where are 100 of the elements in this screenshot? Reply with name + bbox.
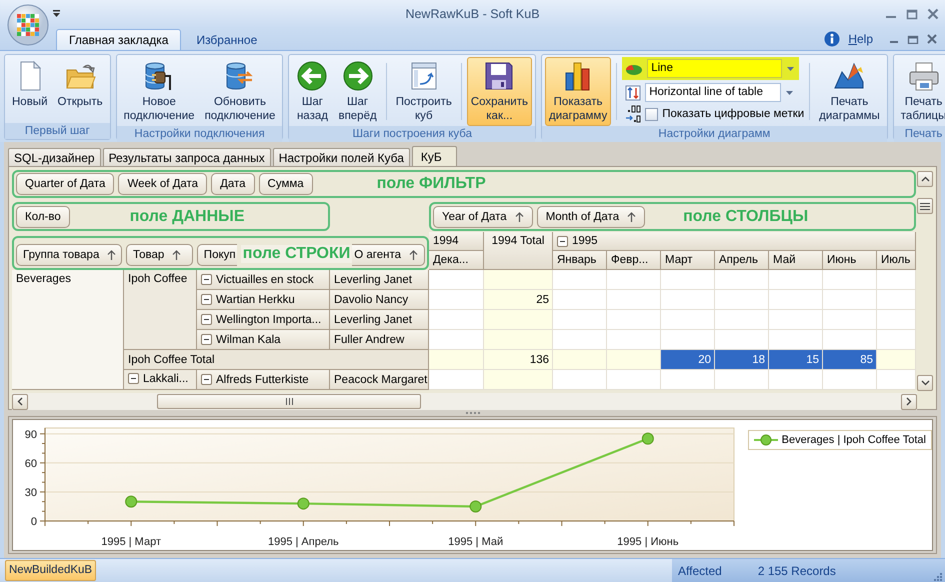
data-cell[interactable] bbox=[553, 330, 607, 350]
data-cell[interactable] bbox=[823, 310, 877, 330]
data-cell[interactable] bbox=[769, 270, 823, 290]
data-cell[interactable] bbox=[877, 330, 916, 350]
data-cell[interactable] bbox=[607, 350, 661, 370]
data-cell[interactable] bbox=[823, 270, 877, 290]
data-cell[interactable] bbox=[607, 270, 661, 290]
ribbon-button[interactable]: Печать диаграммы bbox=[815, 57, 884, 126]
ribbon-button[interactable]: Сохранить как... bbox=[466, 57, 532, 126]
data-cell[interactable] bbox=[553, 370, 607, 390]
data-cell[interactable] bbox=[769, 330, 823, 350]
field-button[interactable]: Week of Дата bbox=[118, 173, 208, 195]
scroll-down-button[interactable] bbox=[917, 375, 933, 391]
ribbon-button[interactable]: Показать диаграмму bbox=[545, 57, 612, 126]
ribbon-button[interactable]: Построить куб bbox=[392, 57, 456, 126]
checkbox[interactable] bbox=[645, 108, 658, 120]
dropdown-arrow-icon[interactable] bbox=[785, 90, 794, 96]
data-cell[interactable] bbox=[661, 370, 715, 390]
data-cell[interactable] bbox=[877, 270, 916, 290]
ribbon-button[interactable]: Шаг назад bbox=[292, 57, 332, 126]
data-cell[interactable] bbox=[877, 310, 916, 330]
field-button[interactable]: Сумма bbox=[258, 173, 313, 195]
data-cell[interactable] bbox=[823, 290, 877, 310]
field-button[interactable]: Quarter of Дата bbox=[16, 173, 114, 195]
field-button[interactable]: Month of Дата bbox=[536, 206, 646, 228]
dropdown-field[interactable]: Line bbox=[647, 59, 782, 78]
document-tab[interactable]: КуБ bbox=[412, 146, 457, 166]
data-cell[interactable] bbox=[715, 310, 769, 330]
data-cell[interactable]: 85 bbox=[823, 350, 877, 370]
ribbon-button[interactable]: Открыть bbox=[54, 57, 107, 123]
data-cell[interactable] bbox=[877, 370, 916, 390]
help-icon[interactable] bbox=[824, 31, 840, 47]
resize-grip-icon[interactable] bbox=[932, 570, 942, 580]
data-cell[interactable] bbox=[661, 310, 715, 330]
data-cell[interactable] bbox=[715, 270, 769, 290]
data-cell[interactable] bbox=[553, 290, 607, 310]
restore-icon[interactable] bbox=[907, 34, 919, 44]
data-cell[interactable] bbox=[661, 270, 715, 290]
ribbon-button[interactable]: Новое подключение bbox=[120, 57, 199, 126]
ribbon-button[interactable]: Шаг вперёд bbox=[334, 57, 381, 126]
data-cell[interactable] bbox=[715, 330, 769, 350]
help-link[interactable]: Help bbox=[848, 32, 873, 46]
collapse-icon[interactable] bbox=[201, 274, 212, 285]
data-cell[interactable] bbox=[823, 330, 877, 350]
ribbon-button[interactable]: Новый bbox=[8, 57, 52, 123]
field-button[interactable]: Дата bbox=[211, 173, 255, 195]
scroll-up-button[interactable] bbox=[917, 171, 933, 187]
data-cell[interactable] bbox=[769, 310, 823, 330]
data-cell[interactable] bbox=[429, 310, 484, 330]
data-cell[interactable]: 25 bbox=[484, 290, 553, 310]
data-cell[interactable]: 18 bbox=[715, 350, 769, 370]
scroll-left-button[interactable] bbox=[12, 394, 28, 410]
field-button[interactable]: Товар bbox=[126, 244, 193, 266]
data-cell[interactable] bbox=[429, 370, 484, 390]
field-list-button[interactable] bbox=[917, 198, 933, 214]
collapse-icon[interactable] bbox=[557, 236, 568, 246]
data-cell[interactable] bbox=[715, 370, 769, 390]
ribbon-button[interactable]: Обновить подключение bbox=[200, 57, 280, 126]
data-cell[interactable] bbox=[661, 290, 715, 310]
data-cell[interactable] bbox=[607, 290, 661, 310]
data-cell[interactable] bbox=[661, 330, 715, 350]
collapse-icon[interactable] bbox=[128, 373, 139, 384]
data-cell[interactable] bbox=[553, 310, 607, 330]
data-cell[interactable]: 15 bbox=[769, 350, 823, 370]
data-cell[interactable] bbox=[429, 350, 484, 370]
scroll-right-button[interactable] bbox=[901, 394, 917, 410]
data-cell[interactable] bbox=[823, 370, 877, 390]
data-cell[interactable]: 136 bbox=[484, 350, 553, 370]
close-icon[interactable] bbox=[927, 34, 937, 44]
collapse-icon[interactable] bbox=[201, 314, 212, 325]
data-cell[interactable] bbox=[877, 290, 916, 310]
ribbon-tab[interactable]: Главная закладка bbox=[56, 29, 182, 50]
scroll-thumb[interactable] bbox=[157, 394, 421, 409]
close-icon[interactable] bbox=[927, 8, 939, 20]
collapse-icon[interactable] bbox=[201, 334, 212, 345]
field-button[interactable]: Кол-во bbox=[16, 206, 70, 228]
document-tab[interactable]: Настройки полей Куба bbox=[272, 148, 410, 166]
data-cell[interactable] bbox=[553, 350, 607, 370]
field-button[interactable]: Покуп bbox=[196, 244, 237, 266]
data-cell[interactable]: 20 bbox=[661, 350, 715, 370]
field-button[interactable]: Year of Дата bbox=[433, 206, 533, 228]
customize-toolbar-icon[interactable] bbox=[52, 10, 61, 18]
data-cell[interactable] bbox=[429, 330, 484, 350]
data-cell[interactable] bbox=[877, 350, 916, 370]
document-tab[interactable]: Результаты запроса данных bbox=[102, 148, 271, 166]
field-button[interactable]: О агента bbox=[352, 244, 425, 266]
data-cell[interactable] bbox=[429, 290, 484, 310]
data-cell[interactable] bbox=[769, 370, 823, 390]
field-button[interactable]: Группа товара bbox=[16, 244, 122, 266]
maximize-icon[interactable] bbox=[906, 8, 918, 20]
data-cell[interactable] bbox=[484, 270, 553, 290]
ribbon-tab[interactable]: Избранное bbox=[183, 29, 270, 50]
data-cell[interactable] bbox=[484, 370, 553, 390]
collapse-icon[interactable] bbox=[201, 294, 212, 305]
data-cell[interactable] bbox=[607, 330, 661, 350]
document-tab[interactable]: NewBuildedKuB bbox=[5, 560, 96, 581]
data-cell[interactable] bbox=[607, 370, 661, 390]
data-cell[interactable] bbox=[607, 310, 661, 330]
data-cell[interactable] bbox=[484, 330, 553, 350]
collapse-icon[interactable] bbox=[201, 374, 212, 385]
